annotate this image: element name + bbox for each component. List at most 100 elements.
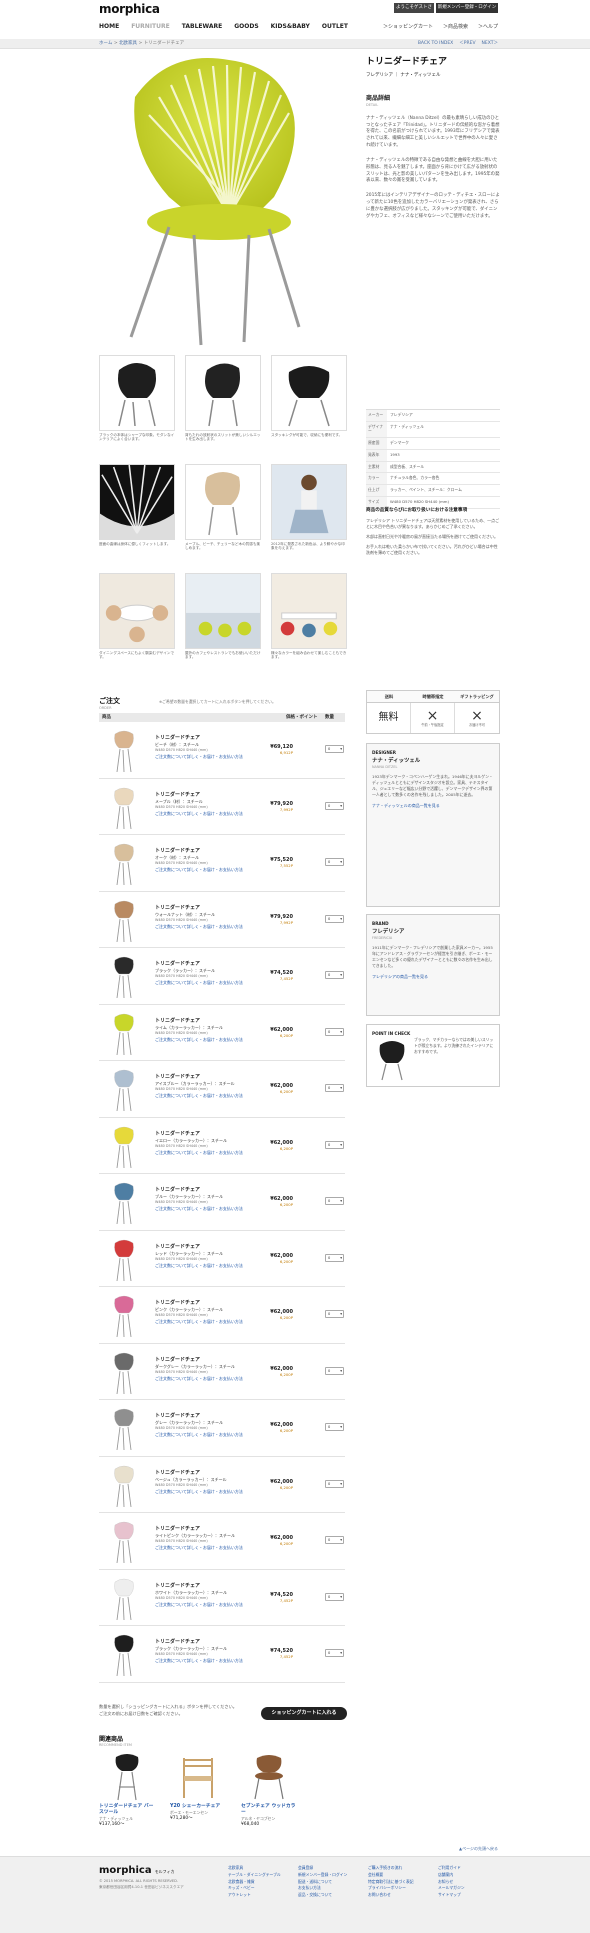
- thumbnail[interactable]: メープル、ビーチ、チェリーなど木の質感も楽しめます。: [185, 464, 261, 570]
- footer-link[interactable]: 会社概要: [368, 1872, 424, 1879]
- nav-furniture[interactable]: FURNITURE: [131, 23, 170, 31]
- order-info-link[interactable]: ご注文数について詳しく・お届け・お支払い方法: [155, 1489, 243, 1494]
- quantity-select[interactable]: 0 ▾: [325, 1649, 344, 1657]
- breadcrumb-category[interactable]: 北欧家具: [119, 41, 137, 46]
- footer-link[interactable]: お支払い方法: [298, 1885, 354, 1892]
- quantity-select[interactable]: 0 ▾: [325, 745, 344, 753]
- chevron-down-icon: ▾: [340, 1199, 342, 1203]
- quantity-select[interactable]: 0 ▾: [325, 1423, 344, 1431]
- footer-link[interactable]: キッズ・ベビー: [228, 1885, 284, 1892]
- search-link[interactable]: ＞商品検索: [443, 24, 468, 30]
- quantity-select[interactable]: 0 ▾: [325, 1253, 344, 1262]
- footer-link[interactable]: アウトレット: [228, 1892, 284, 1899]
- quantity-select[interactable]: 0 ▾: [325, 1366, 344, 1375]
- order-info-link[interactable]: ご注文数について詳しく・お届け・お支払い方法: [155, 1432, 243, 1437]
- footer-link[interactable]: 特定商取引法に基づく表記: [368, 1879, 424, 1886]
- order-info-link[interactable]: ご注文数について詳しく・お届け・お支払い方法: [155, 1545, 243, 1550]
- quantity-select[interactable]: 0 ▾: [325, 1027, 344, 1036]
- order-info-link[interactable]: ご注文数について詳しく・お届け・お支払い方法: [155, 1376, 243, 1381]
- nav-outlet[interactable]: OUTLET: [322, 23, 348, 31]
- order-info-link[interactable]: ご注文数について詳しく・お届け・お支払い方法: [155, 811, 243, 816]
- thumbnail[interactable]: 屋外のカフェやレストランでもお使いいただけます。: [185, 573, 261, 679]
- footer-logo[interactable]: morphica モルフィカ: [99, 1865, 175, 1878]
- quantity-select[interactable]: 0 ▾: [325, 1197, 344, 1205]
- order-item-points: 6,200P: [279, 1202, 293, 1207]
- thumbnail[interactable]: 座面の曲線は身体に優しくフィットします。: [99, 464, 175, 570]
- quantity-select[interactable]: 0 ▾: [325, 1140, 344, 1149]
- order-item-points: 6,200P: [279, 1541, 293, 1546]
- footer-link[interactable]: サイトマップ: [438, 1892, 494, 1899]
- footer-link[interactable]: 会員登録: [298, 1865, 354, 1872]
- nav-kids-baby[interactable]: KIDS&BABY: [271, 23, 310, 31]
- order-info-link[interactable]: ご注文数について詳しく・お届け・お支払い方法: [155, 754, 243, 759]
- related-item[interactable]: Y20 シェーカーチェア ボーエ・モーエンセン ¥71,280〜: [170, 1753, 225, 1828]
- footer-link[interactable]: メールマガジン: [438, 1885, 494, 1892]
- brand-items-link[interactable]: フレデリシアの商品一覧を見る: [372, 974, 494, 979]
- quantity-select[interactable]: 0 ▾: [325, 1536, 344, 1544]
- breadcrumb-home[interactable]: ホーム: [99, 41, 112, 46]
- thumbnail[interactable]: 2012年に発表された新色は、より鮮やかな印象を与えます。: [271, 464, 347, 570]
- add-to-cart-button[interactable]: ショッピングカートに入れる: [261, 1707, 347, 1720]
- thumbnail[interactable]: ダイニングスペースにもよく馴染むデザインです。: [99, 573, 175, 679]
- quantity-select[interactable]: 0 ▾: [325, 1310, 344, 1318]
- related-item-name[interactable]: セブンチェア ウッドカラー: [241, 1804, 296, 1816]
- quantity-select[interactable]: 0 ▾: [325, 1084, 344, 1092]
- order-info-link[interactable]: ご注文数について詳しく・お届け・お支払い方法: [155, 1319, 243, 1324]
- quantity-select[interactable]: 0 ▾: [325, 914, 344, 923]
- thumbnail[interactable]: 背もたれの放射状のスリットが美しいシルエットを生み出します。: [185, 355, 261, 461]
- order-row: トリニダードチェア ライム（カラーラッカー）：スチール W480 D570 H820…: [99, 1005, 345, 1061]
- footer-link[interactable]: 北欧家具: [228, 1865, 284, 1872]
- order-item-name: トリニダードチェア: [155, 1526, 201, 1532]
- page-top-link[interactable]: ▲ページの先頭へ戻る: [459, 1846, 498, 1851]
- footer-link[interactable]: お問い合わせ: [368, 1892, 424, 1899]
- help-link[interactable]: ＞ヘルプ: [478, 24, 498, 30]
- nav-home[interactable]: HOME: [99, 23, 119, 31]
- order-info-link[interactable]: ご注文数について詳しく・お届け・お支払い方法: [155, 1037, 243, 1042]
- order-info-link[interactable]: ご注文数について詳しく・お届け・お支払い方法: [155, 980, 243, 985]
- order-info-link[interactable]: ご注文数について詳しく・お届け・お支払い方法: [155, 1263, 243, 1268]
- order-info-link[interactable]: ご注文数について詳しく・お届け・お支払い方法: [155, 1150, 243, 1155]
- footer-link[interactable]: ご購入手続きの流れ: [368, 1865, 424, 1872]
- footer-link[interactable]: 北欧食器・雑貨: [228, 1879, 284, 1886]
- footer-link[interactable]: 配送・送料について: [298, 1879, 354, 1886]
- member-login-button[interactable]: 新規メンバー登録・ログイン: [436, 3, 498, 13]
- designer-items-link[interactable]: ナナ・ディッツェルの商品一覧を見る: [372, 803, 494, 808]
- site-logo[interactable]: morphica: [99, 2, 160, 17]
- chair-leg: [122, 1371, 125, 1394]
- shipping-cell: 無料: [367, 703, 411, 734]
- order-info-link[interactable]: ご注文数について詳しく・お届け・お支払い方法: [155, 1658, 243, 1663]
- prev-link[interactable]: ＜PREV: [459, 41, 475, 47]
- care-note: フレデリシア トリニダードチェアは天然素材を使用しているため、一点ごとに木目や色…: [366, 517, 500, 529]
- footer-link[interactable]: プライバシーポリシー: [368, 1885, 424, 1892]
- chair-seat: [114, 843, 134, 862]
- next-link[interactable]: NEXT＞: [482, 41, 498, 47]
- footer-link[interactable]: 店舗案内: [438, 1872, 494, 1879]
- order-info-link[interactable]: ご注文数について詳しく・お届け・お支払い方法: [155, 1093, 243, 1098]
- nav-goods[interactable]: GOODS: [234, 23, 258, 31]
- quantity-select[interactable]: 0 ▾: [325, 801, 344, 810]
- footer-link[interactable]: 新規メンバー登録・ログイン: [298, 1872, 354, 1879]
- related-item[interactable]: トリニダードチェア バースツール ナナ・ディッツェル ¥137,160〜: [99, 1753, 154, 1828]
- quantity-select[interactable]: 0 ▾: [325, 971, 344, 979]
- quantity-select[interactable]: 0 ▾: [325, 1479, 344, 1488]
- thumbnail[interactable]: ブラックの本体はシャープな印象。モダンなインテリアによく合います。: [99, 355, 175, 461]
- related-item-name[interactable]: Y20 シェーカーチェア: [170, 1804, 225, 1810]
- nav-tableware[interactable]: TABLEWARE: [182, 23, 222, 31]
- quantity-select[interactable]: 0 ▾: [325, 1592, 344, 1601]
- footer-link[interactable]: 返品・交換について: [298, 1892, 354, 1899]
- thumbnail[interactable]: 様々なカラーを組み合わせて楽しむこともできます。: [271, 573, 347, 679]
- footer-link[interactable]: ご利用ガイド: [438, 1865, 494, 1872]
- order-info-link[interactable]: ご注文数について詳しく・お届け・お支払い方法: [155, 1602, 243, 1607]
- order-info-link[interactable]: ご注文数について詳しく・お届け・お支払い方法: [155, 924, 243, 929]
- footer-link[interactable]: お知らせ: [438, 1879, 494, 1886]
- related-item[interactable]: セブンチェア ウッドカラー アルネ・ヤコブセン ¥68,040: [241, 1753, 296, 1828]
- brand-box: BRAND フレデリシア FREDERICIA 1911年にデンマーク・フレデリ…: [366, 914, 500, 1016]
- thumbnail[interactable]: スタッキングが可能で、収納にも便利です。: [271, 355, 347, 461]
- back-to-index-link[interactable]: BACK TO INDEX: [418, 41, 453, 47]
- order-info-link[interactable]: ご注文数について詳しく・お届け・お支払い方法: [155, 1206, 243, 1211]
- footer-link[interactable]: テーブル・ダイニングテーブル: [228, 1872, 284, 1879]
- quantity-select[interactable]: 0 ▾: [325, 858, 344, 866]
- related-item-name[interactable]: トリニダードチェア バースツール: [99, 1804, 154, 1816]
- cart-link[interactable]: ＞ショッピングカート: [383, 24, 433, 30]
- order-info-link[interactable]: ご注文数について詳しく・お届け・お支払い方法: [155, 867, 243, 872]
